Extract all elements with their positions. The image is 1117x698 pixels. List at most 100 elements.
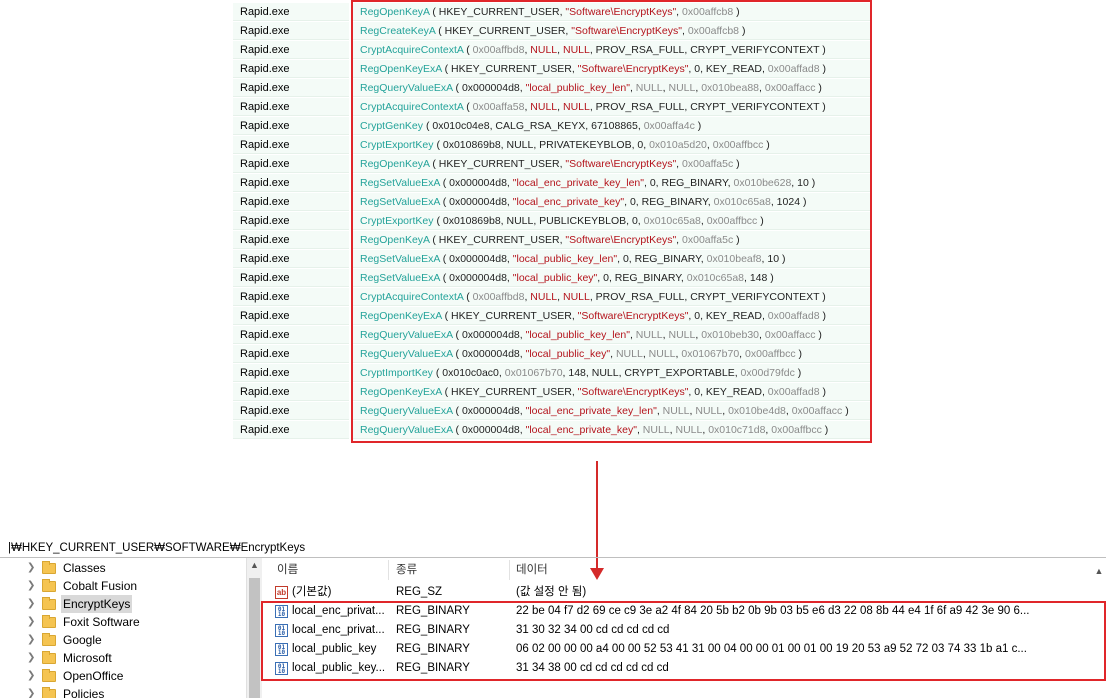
api-call-row[interactable]: Rapid.exe RegCreateKeyA ( HKEY_CURRENT_US… bbox=[233, 22, 873, 41]
api-call-row[interactable]: Rapid.exe CryptExportKey ( 0x010869b8, NU… bbox=[233, 212, 873, 231]
tree-item[interactable]: ❯ Microsoft bbox=[27, 649, 114, 667]
column-header-type[interactable]: 종류 bbox=[396, 558, 417, 582]
api-call-row[interactable]: Rapid.exe RegSetValueExA ( 0x000004d8, "l… bbox=[233, 250, 873, 269]
api-argument: "local_public_key_len" bbox=[512, 253, 618, 265]
api-call-row[interactable]: Rapid.exe RegQueryValueExA ( 0x000004d8, … bbox=[233, 345, 873, 364]
api-argument: NULL bbox=[642, 424, 670, 436]
api-argument: 0x00affad8 bbox=[767, 63, 820, 75]
tree-item[interactable]: ❯ Cobalt Fusion bbox=[27, 577, 139, 595]
api-function-name: RegQueryValueExA bbox=[360, 82, 453, 94]
api-call-row[interactable]: Rapid.exe RegOpenKeyA ( HKEY_CURRENT_USER… bbox=[233, 231, 873, 250]
registry-value-row[interactable]: ab (기본값) REG_SZ (값 설정 안 됨) bbox=[269, 583, 1106, 602]
chevron-right-icon[interactable]: ❯ bbox=[27, 667, 37, 685]
api-argument: ( HKEY_CURRENT_USER, bbox=[429, 6, 566, 18]
api-argument: NULL bbox=[530, 291, 558, 303]
api-function-name: RegOpenKeyExA bbox=[360, 310, 442, 322]
api-argument: , PROV_RSA_FULL, CRYPT_VERIFYCONTEXT ) bbox=[589, 44, 826, 56]
tree-item-label: Google bbox=[63, 633, 102, 647]
chevron-right-icon[interactable]: ❯ bbox=[27, 631, 37, 649]
binary-value-icon: 01 10 bbox=[275, 662, 288, 675]
scroll-up-icon[interactable]: ▲ bbox=[247, 560, 262, 570]
chevron-right-icon[interactable]: ❯ bbox=[27, 595, 37, 613]
api-call-row[interactable]: Rapid.exe RegOpenKeyA ( HKEY_CURRENT_USER… bbox=[233, 155, 873, 174]
api-call-row[interactable]: Rapid.exe CryptGenKey ( 0x010c04e8, CALG_… bbox=[233, 117, 873, 136]
api-argument: "local_enc_private_key" bbox=[525, 424, 637, 436]
process-name: Rapid.exe bbox=[233, 231, 349, 249]
api-argument: NULL bbox=[668, 82, 696, 94]
value-data: 22 be 04 f7 d2 69 ce c9 3e a2 4f 84 20 5… bbox=[516, 605, 1030, 617]
api-call-row[interactable]: Rapid.exe CryptAcquireContextA ( 0x00affb… bbox=[233, 288, 873, 307]
tree-scroll-thumb[interactable] bbox=[249, 578, 260, 698]
api-call-row[interactable]: Rapid.exe RegSetValueExA ( 0x000004d8, "l… bbox=[233, 174, 873, 193]
process-name: Rapid.exe bbox=[233, 288, 349, 306]
api-call-row[interactable]: Rapid.exe RegSetValueExA ( 0x000004d8, "l… bbox=[233, 269, 873, 288]
tree-item[interactable]: ❯ EncryptKeys bbox=[27, 595, 133, 613]
chevron-right-icon[interactable]: ❯ bbox=[27, 649, 37, 667]
api-call-row[interactable]: Rapid.exe RegQueryValueExA ( 0x000004d8, … bbox=[233, 79, 873, 98]
api-argument: , 0, REG_BINARY, bbox=[643, 177, 734, 189]
api-argument: ) bbox=[757, 215, 764, 227]
registry-value-row[interactable]: 01 10 local_enc_privat... REG_BINARY 31 30 3… bbox=[269, 621, 1106, 640]
api-call-row[interactable]: Rapid.exe RegOpenKeyExA ( HKEY_CURRENT_US… bbox=[233, 383, 873, 402]
chevron-right-icon[interactable]: ❯ bbox=[27, 559, 37, 577]
api-function-name: RegOpenKeyA bbox=[360, 6, 430, 18]
value-data: (값 설정 안 됨) bbox=[516, 586, 587, 598]
api-call-row[interactable]: Rapid.exe RegSetValueExA ( 0x000004d8, "l… bbox=[233, 193, 873, 212]
api-argument: 0x00affa5c bbox=[682, 234, 734, 246]
api-argument: ) bbox=[733, 234, 740, 246]
api-argument: NULL bbox=[562, 101, 590, 113]
api-argument: NULL bbox=[648, 348, 676, 360]
tree-item[interactable]: ❯ OpenOffice bbox=[27, 667, 125, 685]
binary-value-icon: 01 10 bbox=[275, 624, 288, 637]
api-argument: NULL bbox=[695, 405, 723, 417]
api-argument: , 10 ) bbox=[791, 177, 816, 189]
tree-item[interactable]: ❯ Policies bbox=[27, 685, 106, 698]
value-name: local_enc_privat... bbox=[292, 605, 385, 617]
registry-value-row[interactable]: 01 10 local_public_key... REG_BINARY 31 34 3… bbox=[269, 659, 1106, 678]
api-call-row[interactable]: Rapid.exe CryptAcquireContextA ( 0x00affb… bbox=[233, 41, 873, 60]
api-argument: "Software\EncryptKeys" bbox=[565, 234, 677, 246]
tree-scrollbar[interactable]: ▲ bbox=[246, 558, 262, 698]
folder-icon bbox=[42, 632, 56, 646]
process-name: Rapid.exe bbox=[233, 136, 349, 154]
api-argument: , 0, KEY_READ, bbox=[688, 310, 768, 322]
api-call-row[interactable]: Rapid.exe RegQueryValueExA ( 0x000004d8, … bbox=[233, 421, 873, 440]
registry-value-row[interactable]: 01 10 local_public_key REG_BINARY 06 02 00 0… bbox=[269, 640, 1106, 659]
api-argument: "Software\EncryptKeys" bbox=[577, 63, 689, 75]
api-call-row[interactable]: Rapid.exe CryptExportKey ( 0x010869b8, NU… bbox=[233, 136, 873, 155]
column-separator[interactable] bbox=[509, 560, 510, 580]
column-header-data[interactable]: 데이터 bbox=[516, 558, 548, 582]
process-name: Rapid.exe bbox=[233, 117, 349, 135]
api-function-name: RegQueryValueExA bbox=[360, 348, 453, 360]
api-call-row[interactable]: Rapid.exe RegOpenKeyExA ( HKEY_CURRENT_US… bbox=[233, 307, 873, 326]
chevron-right-icon[interactable]: ❯ bbox=[27, 685, 37, 698]
api-call-text: RegCreateKeyA ( HKEY_CURRENT_USER, "Soft… bbox=[353, 22, 871, 40]
api-call-row[interactable]: Rapid.exe RegOpenKeyExA ( HKEY_CURRENT_US… bbox=[233, 60, 873, 79]
api-function-name: CryptAcquireContextA bbox=[360, 101, 464, 113]
api-call-text: RegQueryValueExA ( 0x000004d8, "local_en… bbox=[353, 421, 871, 439]
api-argument: ( 0x000004d8, bbox=[452, 348, 526, 360]
tree-item[interactable]: ❯ Google bbox=[27, 631, 104, 649]
api-function-name: RegSetValueExA bbox=[360, 253, 440, 265]
api-argument: ) bbox=[794, 367, 802, 379]
registry-value-row[interactable]: 01 10 local_enc_privat... REG_BINARY 22 be 0… bbox=[269, 602, 1106, 621]
scroll-up-icon[interactable]: ▲ bbox=[1092, 560, 1106, 582]
column-separator[interactable] bbox=[388, 560, 389, 580]
api-function-name: CryptAcquireContextA bbox=[360, 44, 464, 56]
api-call-row[interactable]: Rapid.exe RegQueryValueExA ( 0x000004d8, … bbox=[233, 326, 873, 345]
column-header-name[interactable]: 이름 bbox=[277, 558, 298, 582]
api-call-row[interactable]: Rapid.exe RegOpenKeyA ( HKEY_CURRENT_USER… bbox=[233, 3, 873, 22]
api-call-row[interactable]: Rapid.exe CryptAcquireContextA ( 0x00affa… bbox=[233, 98, 873, 117]
value-name-cell: 01 10 local_enc_privat... bbox=[275, 621, 393, 640]
chevron-right-icon[interactable]: ❯ bbox=[27, 613, 37, 631]
registry-address-bar[interactable]: |₩HKEY_CURRENT_USER₩SOFTWARE₩EncryptKeys bbox=[0, 539, 1106, 558]
api-function-name: RegOpenKeyExA bbox=[360, 63, 442, 75]
process-name: Rapid.exe bbox=[233, 41, 349, 59]
chevron-right-icon[interactable]: ❯ bbox=[27, 577, 37, 595]
api-call-row[interactable]: Rapid.exe RegQueryValueExA ( 0x000004d8, … bbox=[233, 402, 873, 421]
tree-item[interactable]: ❯ Foxit Software bbox=[27, 613, 142, 631]
api-call-row[interactable]: Rapid.exe CryptImportKey ( 0x010c0ac0, 0x… bbox=[233, 364, 873, 383]
process-name: Rapid.exe bbox=[233, 269, 349, 287]
api-argument: 0x00affbcc bbox=[706, 215, 758, 227]
tree-item[interactable]: ❯ Classes bbox=[27, 559, 108, 577]
